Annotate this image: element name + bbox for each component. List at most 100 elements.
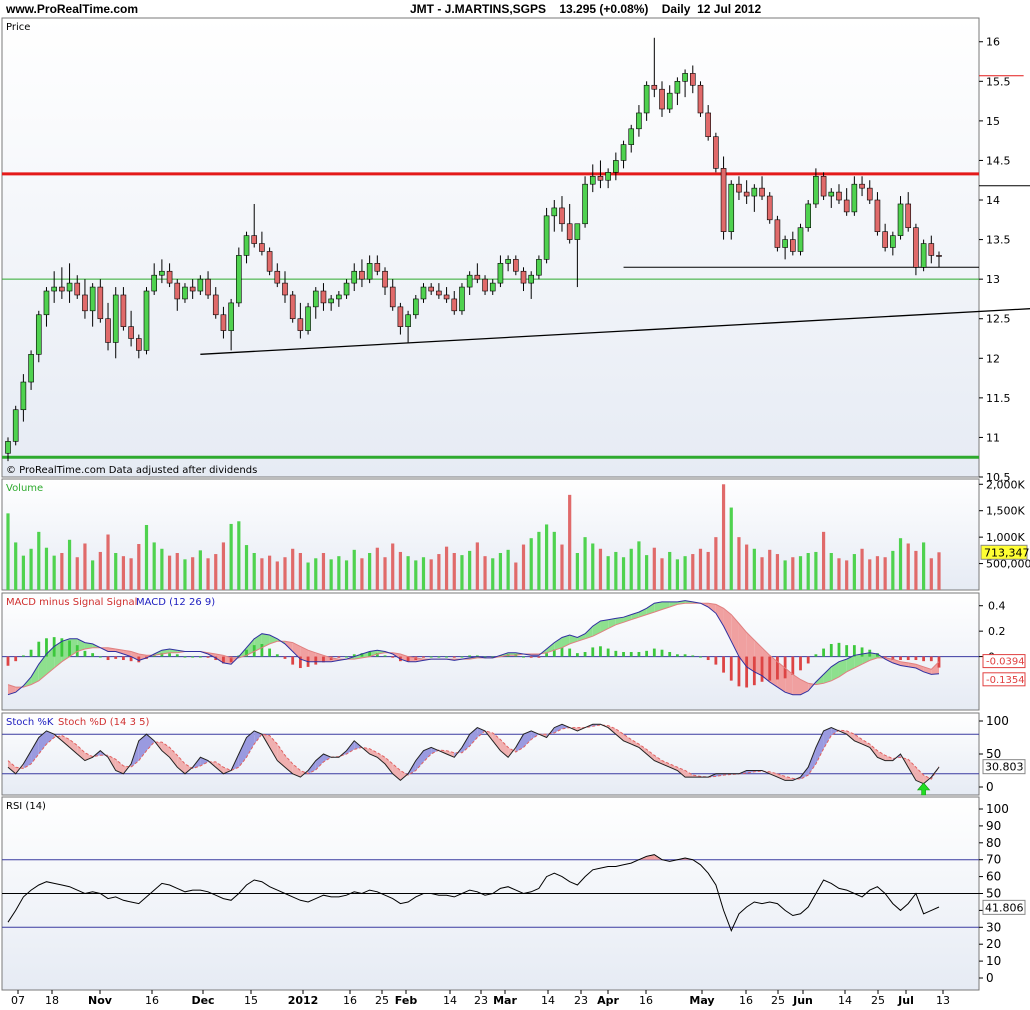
x-tick-label: 16: [145, 994, 159, 1007]
volume-panel-label: Volume: [6, 483, 43, 494]
candle-body: [20, 381, 27, 411]
candle-body: [743, 191, 750, 197]
macd-hist-bar: [860, 647, 864, 657]
volume-bar: [314, 558, 318, 590]
macd-hist-bar: [914, 656, 918, 661]
volume-bar: [575, 553, 579, 590]
volume-bar: [460, 555, 464, 590]
macd-hist-bar: [468, 655, 472, 657]
volume-bar: [583, 537, 587, 590]
candle-body: [59, 286, 65, 292]
candle-body: [759, 187, 765, 197]
candle-body: [451, 298, 458, 312]
candle-body: [566, 223, 573, 240]
volume-bar: [383, 557, 387, 590]
candle-body: [597, 175, 604, 181]
volume-bar: [668, 551, 672, 590]
price-tick-label: 11: [986, 431, 1000, 444]
macd-hist-bar: [391, 656, 395, 658]
candle-body: [790, 239, 796, 252]
price-tick-label: 15: [986, 115, 1000, 128]
macd-hist-bar: [337, 656, 341, 658]
rsi-tick-label: 100: [986, 802, 1009, 816]
volume-bar: [929, 558, 933, 590]
macd-hist-bar: [691, 655, 695, 657]
x-tick-label: 14: [443, 994, 457, 1007]
macd-hist-bar: [622, 652, 625, 657]
stoch-last-value: 30.803: [985, 761, 1024, 774]
x-tick-label: Dec: [191, 994, 214, 1007]
volume-bar: [845, 560, 849, 590]
candle-body: [97, 286, 104, 320]
stock-chart[interactable]: Price © ProRealTime.com Data adjusted aft…: [0, 0, 1030, 1010]
macd-hist-bar: [929, 656, 933, 662]
volume-bar: [167, 555, 172, 590]
macd-hist-bar: [683, 654, 687, 657]
macd-hist-bar: [383, 655, 387, 657]
candle-body: [289, 294, 296, 320]
macd-hist-bar: [729, 656, 733, 681]
volume-bar: [745, 544, 749, 590]
volume-bar: [798, 556, 803, 590]
volume-bar: [21, 555, 25, 590]
macd-hist-bar: [545, 653, 548, 657]
candle-body: [620, 144, 627, 161]
candle-body: [297, 318, 304, 331]
volume-bar: [114, 553, 118, 590]
macd-hist-bar: [191, 656, 195, 658]
macd-hist-bar: [283, 656, 287, 659]
x-tick-label: 13: [936, 994, 950, 1007]
candle-body: [351, 270, 358, 284]
x-tick-label: 18: [45, 994, 59, 1007]
candle-body: [728, 183, 735, 232]
candle-body: [282, 282, 288, 296]
volume-bar: [37, 531, 41, 590]
price-tick-label: 14.5: [986, 154, 1011, 167]
volume-bar: [891, 550, 895, 590]
volume-bar: [614, 551, 618, 590]
candle-body: [536, 259, 542, 276]
x-tick-label: 25: [375, 994, 389, 1007]
macd-hist-bar: [452, 656, 456, 658]
volume-bar: [552, 531, 556, 590]
macd-hist-bar: [799, 656, 802, 671]
x-tick-label: Nov: [88, 994, 113, 1007]
x-tick-label: 07: [11, 994, 25, 1007]
macd-hist-bar: [922, 656, 926, 662]
candle-body: [259, 243, 265, 252]
macd-hist-bar: [822, 648, 825, 657]
volume-bar: [91, 560, 95, 590]
macd-hist-bar: [83, 650, 87, 657]
volume-bar: [160, 548, 164, 590]
volume-bar: [468, 550, 472, 590]
candle-body: [374, 263, 381, 272]
candle-body: [182, 286, 188, 300]
macd-hist-bar: [29, 649, 33, 657]
rsi-tick-label: 10: [986, 954, 1001, 968]
macd-hist-bar: [791, 656, 795, 675]
volume-bar: [268, 555, 272, 590]
macd-hist-bar: [706, 656, 710, 661]
price-tick-label: 12: [986, 352, 1000, 365]
volume-bar: [306, 562, 310, 590]
candle-body: [543, 215, 550, 260]
macd-hist-bar: [21, 655, 25, 657]
macd-hist-bar: [606, 648, 610, 657]
candle-body: [920, 243, 927, 268]
volume-bar: [206, 558, 210, 590]
volume-bar: [414, 560, 418, 590]
candle-body: [851, 183, 858, 213]
candle-body: [913, 227, 919, 268]
macd-hist-bar: [768, 656, 772, 681]
macd-label-hist: MACD minus Signal Signal: [6, 597, 137, 608]
price-panel: Price © ProRealTime.com Data adjusted aft…: [1, 17, 1030, 484]
volume-bar: [352, 549, 356, 590]
candle-body: [551, 207, 558, 217]
macd-hist-bar: [198, 656, 202, 658]
macd-hist-bar: [829, 643, 833, 657]
stoch-panel: Stoch %K Stoch %D (14 3 5) 100 50 0 30.803: [1, 712, 1026, 796]
candle-body: [443, 294, 450, 300]
volume-bar: [514, 562, 518, 590]
candle-body: [613, 160, 619, 173]
volume-bar: [283, 557, 287, 590]
